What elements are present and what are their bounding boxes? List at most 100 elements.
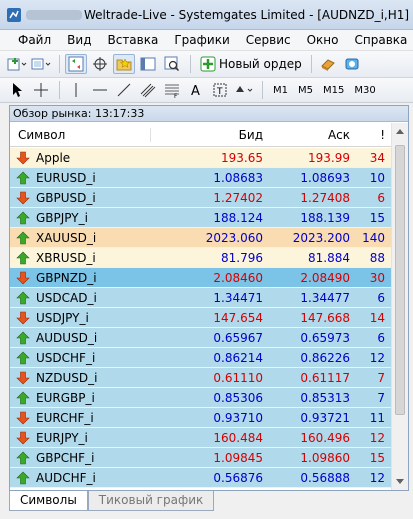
toolbar-separator bbox=[190, 55, 191, 73]
bid-cell: 0.93710 bbox=[213, 410, 263, 425]
symbol-name: NZDUSD_i bbox=[36, 370, 98, 385]
scroll-up-button[interactable] bbox=[392, 123, 408, 140]
tab-tick-chart[interactable]: Тиковый график bbox=[87, 491, 215, 511]
arrows-icon bbox=[236, 86, 253, 92]
ask-cell: 2023.200 bbox=[292, 230, 350, 245]
arrow-up-icon bbox=[16, 171, 30, 185]
cursor-button[interactable] bbox=[6, 80, 28, 100]
menu-view[interactable]: Вид bbox=[59, 33, 99, 47]
arrow-up-icon bbox=[16, 331, 30, 345]
table-row[interactable]: USDCAD_i 1.34471 1.34477 6 bbox=[10, 288, 391, 308]
symbol-name: XAUUSD_i bbox=[36, 230, 97, 245]
menu-help[interactable]: Справка bbox=[347, 33, 413, 47]
terminal-button[interactable] bbox=[137, 54, 159, 74]
timeframe-m5[interactable]: M5 bbox=[293, 85, 318, 96]
table-row[interactable]: XBRUSD_i 81.796 81.884 88 bbox=[10, 248, 391, 268]
ask-cell: 188.139 bbox=[300, 210, 350, 225]
menu-file[interactable]: Файл bbox=[10, 33, 59, 47]
trendline-button[interactable] bbox=[113, 80, 135, 100]
arrow-up-icon bbox=[16, 291, 30, 304]
channel-button[interactable] bbox=[137, 80, 159, 100]
svg-text:F: F bbox=[174, 93, 178, 98]
data-window-button[interactable] bbox=[89, 54, 111, 74]
table-row[interactable]: AUDUSD_i 0.65967 0.65973 6 bbox=[10, 328, 391, 348]
new-order-button[interactable]: Новый ордер bbox=[196, 56, 306, 72]
new-order-icon bbox=[200, 56, 216, 72]
standard-toolbar: Новый ордер bbox=[0, 51, 413, 78]
profiles-icon bbox=[31, 58, 51, 70]
menu-charts[interactable]: Графики bbox=[166, 33, 237, 47]
table-row[interactable]: EURUSD_i 1.08683 1.08693 10 bbox=[10, 168, 391, 188]
table-row[interactable]: EURCHF_i 0.93710 0.93721 11 bbox=[10, 408, 391, 428]
vertical-scrollbar[interactable] bbox=[391, 123, 408, 490]
text-button[interactable]: A bbox=[185, 80, 207, 100]
cursor-icon bbox=[13, 83, 22, 97]
new-chart-button[interactable] bbox=[6, 54, 28, 74]
symbol-cell: GBPJPY_i bbox=[10, 211, 150, 225]
vertical-line-button[interactable] bbox=[65, 80, 87, 100]
table-row[interactable]: EURJPY_i 160.484 160.496 12 bbox=[10, 428, 391, 448]
table-row[interactable]: USDJPY_i 147.654 147.668 14 bbox=[10, 308, 391, 328]
timeframe-m30[interactable]: M30 bbox=[349, 85, 380, 96]
autotrading-icon bbox=[345, 58, 359, 70]
symbol-name: USDJPY_i bbox=[36, 310, 89, 325]
autotrading-button[interactable] bbox=[341, 54, 363, 74]
horizontal-line-button[interactable] bbox=[89, 80, 111, 100]
tab-symbols[interactable]: Символы bbox=[9, 491, 88, 511]
navigator-button[interactable] bbox=[113, 54, 135, 74]
symbol-name: GBPNZD_i bbox=[36, 270, 97, 285]
table-row[interactable]: GBPJPY_i 188.124 188.139 15 bbox=[10, 208, 391, 228]
crosshair-button[interactable] bbox=[30, 80, 52, 100]
bid-cell: 0.85306 bbox=[213, 390, 263, 405]
fibonacci-button[interactable]: F bbox=[161, 80, 183, 100]
new-order-label: Новый ордер bbox=[219, 57, 302, 71]
table-row[interactable]: XAUUSD_i 2023.060 2023.200 140 bbox=[10, 228, 391, 248]
toolbar-separator bbox=[262, 81, 263, 99]
bid-cell: 1.09845 bbox=[213, 450, 263, 465]
metaeditor-button[interactable] bbox=[317, 54, 339, 74]
table-row[interactable]: AUDCHF_i 0.56876 0.56888 12 bbox=[10, 468, 391, 488]
scrollbar-thumb[interactable] bbox=[395, 145, 405, 415]
spread-cell: 140 bbox=[362, 230, 385, 245]
symbol-name: AUDCHF_i bbox=[36, 470, 96, 485]
spread-cell: 12 bbox=[369, 470, 385, 485]
timeframe-m1[interactable]: M1 bbox=[268, 85, 293, 96]
profiles-button[interactable] bbox=[30, 54, 52, 74]
spread-cell: 7 bbox=[377, 390, 385, 405]
column-header-row: Символ Бид Аск ! bbox=[10, 123, 391, 147]
table-row[interactable]: NZDUSD_i 0.61110 0.61117 7 bbox=[10, 368, 391, 388]
table-row[interactable]: USDCHF_i 0.86214 0.86226 12 bbox=[10, 348, 391, 368]
arrow-down-icon bbox=[16, 191, 30, 204]
table-row[interactable]: GBPCHF_i 1.09845 1.09860 15 bbox=[10, 448, 391, 468]
arrow-down-icon bbox=[16, 371, 30, 385]
window-title: Weltrade-Live - Systemgates Limited - [A… bbox=[84, 7, 410, 22]
column-spread[interactable]: ! bbox=[354, 128, 391, 142]
market-watch-button[interactable] bbox=[65, 54, 87, 74]
column-bid[interactable]: Бид bbox=[150, 127, 267, 142]
spread-cell: 7 bbox=[377, 370, 385, 385]
new-chart-icon bbox=[7, 58, 27, 71]
svg-text:T: T bbox=[216, 87, 223, 97]
menu-insert[interactable]: Вставка bbox=[99, 33, 166, 47]
symbol-cell: GBPNZD_i bbox=[10, 271, 150, 285]
symbol-name: EURGBP_i bbox=[36, 390, 95, 405]
arrow-down-icon bbox=[16, 411, 30, 424]
column-ask[interactable]: Аск bbox=[267, 128, 354, 142]
arrows-button[interactable] bbox=[233, 80, 255, 100]
arrow-up-icon bbox=[16, 471, 30, 485]
menu-window[interactable]: Окно bbox=[299, 33, 347, 47]
menu-tools[interactable]: Сервис bbox=[238, 33, 299, 47]
table-row[interactable]: GBPUSD_i 1.27402 1.27408 6 bbox=[10, 188, 391, 208]
arrow-up-icon bbox=[16, 391, 30, 404]
table-row[interactable]: GBPNZD_i 2.08460 2.08490 30 bbox=[10, 268, 391, 288]
toolbar-separator bbox=[310, 55, 312, 73]
arrow-up-icon bbox=[16, 231, 30, 245]
column-symbol[interactable]: Символ bbox=[10, 128, 150, 142]
scroll-down-button[interactable] bbox=[392, 473, 408, 490]
table-row[interactable]: Apple 193.65 193.99 34 bbox=[10, 148, 391, 168]
text-label-button[interactable]: T bbox=[209, 80, 231, 100]
strategy-tester-button[interactable] bbox=[161, 54, 183, 74]
table-row[interactable]: EURGBP_i 0.85306 0.85313 7 bbox=[10, 388, 391, 408]
symbol-cell: Apple bbox=[10, 151, 150, 165]
timeframe-m15[interactable]: M15 bbox=[318, 85, 349, 96]
